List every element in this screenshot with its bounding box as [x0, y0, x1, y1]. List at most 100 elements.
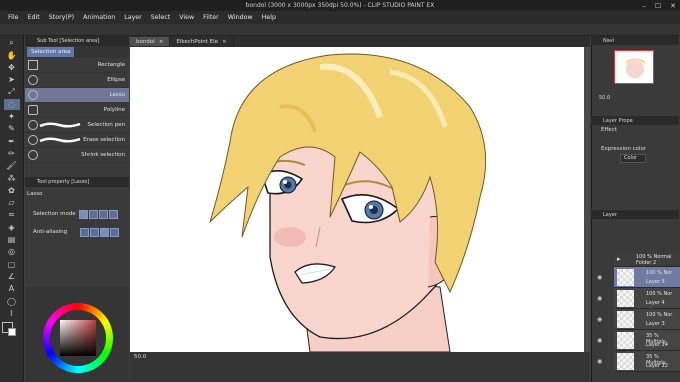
- anti-aliasing-row: Anti-aliasing: [25, 225, 129, 239]
- pen-icon[interactable]: ✒: [4, 136, 20, 147]
- menu-animation[interactable]: Animation: [79, 14, 120, 21]
- layer-mode: 100 % Nor: [646, 270, 673, 276]
- window-title: bondol (3000 x 3000px 350dpi 50.0%) - CL…: [245, 2, 435, 9]
- doc-tab-second[interactable]: ElkechPoint Ele ×: [170, 37, 234, 46]
- layer-thumbnail: [617, 332, 634, 349]
- subtool-label: Polyline: [103, 107, 125, 113]
- menu-help[interactable]: Help: [257, 14, 280, 21]
- anti-aliasing-label: Anti-aliasing: [33, 229, 68, 235]
- zoom-value[interactable]: 50.0: [134, 354, 146, 360]
- anti-aliasing-medium-button[interactable]: [100, 227, 110, 237]
- close-icon[interactable]: ×: [222, 39, 227, 45]
- document-tabs: bondol × ElkechPoint Ele ×: [130, 36, 590, 47]
- subtool-rectangle[interactable]: Rectangle: [25, 58, 129, 73]
- line-fix-icon[interactable]: ⌇: [4, 308, 20, 319]
- effect-label: Effect: [601, 127, 617, 133]
- layer-thumbnail: [617, 269, 634, 286]
- subtool-selection-pen[interactable]: Selection pen: [25, 118, 129, 133]
- sub-tool-panel: Sub Tool [Selection area] Selection area…: [25, 36, 129, 177]
- magnifier-icon[interactable]: ⌕: [4, 37, 20, 48]
- tool-property-panel: Tool property [Lasso] Lasso Selection mo…: [25, 177, 129, 287]
- subtool-erase-selection[interactable]: Erase selection: [25, 133, 129, 148]
- subtool-ellipse[interactable]: Ellipse: [25, 73, 129, 88]
- tab-selection-area[interactable]: Selection area: [27, 47, 75, 57]
- layer-row[interactable]: 35 % Multiply Layer 14: [614, 330, 680, 351]
- minimize-icon[interactable]: –: [642, 2, 646, 10]
- subtool-polyline[interactable]: Polyline: [25, 103, 129, 118]
- status-bar: 50.0: [130, 352, 590, 382]
- canvas-paper[interactable]: [130, 47, 584, 352]
- subtool-label: Shrink selection: [81, 152, 125, 158]
- eye-icon[interactable]: ◉: [597, 337, 602, 344]
- operation-icon[interactable]: ➤: [4, 74, 20, 85]
- anti-aliasing-none-button[interactable]: [80, 227, 90, 237]
- doc-tab-label: ElkechPoint Ele: [176, 38, 219, 45]
- auto-select-icon[interactable]: ✦: [4, 111, 20, 122]
- brush-icon[interactable]: 🖌: [4, 160, 20, 171]
- subtool-lasso[interactable]: Lasso: [25, 88, 129, 103]
- layer-thumbnail: [617, 353, 634, 370]
- eraser-icon[interactable]: ▱: [4, 197, 20, 208]
- selection-mode-subtract-button[interactable]: [98, 209, 108, 219]
- menu-layer[interactable]: Layer: [120, 14, 147, 21]
- frame-icon[interactable]: ▢: [4, 259, 20, 270]
- command-bar: [0, 24, 680, 36]
- menu-view[interactable]: View: [175, 14, 199, 21]
- layer-row[interactable]: 35 % Multiply Layer 12: [614, 351, 680, 372]
- navigator-preview-icon: [625, 58, 646, 78]
- menu-filter[interactable]: Filter: [199, 14, 224, 21]
- sub-color-swatch[interactable]: [8, 328, 16, 336]
- move-icon[interactable]: ✥: [4, 62, 20, 73]
- menu-story[interactable]: Story(P): [44, 14, 78, 21]
- doc-tab-bondol[interactable]: bondol ×: [130, 37, 171, 46]
- ruler-icon[interactable]: ∠: [4, 271, 20, 282]
- maximize-icon[interactable]: ☐: [655, 2, 661, 10]
- layer-row[interactable]: 100 % Nor Layer 3: [614, 309, 680, 330]
- eye-icon[interactable]: ◉: [597, 295, 602, 302]
- lasso-icon: [28, 90, 38, 100]
- anti-aliasing-weak-button[interactable]: [90, 227, 100, 237]
- hand-icon[interactable]: ✋: [4, 50, 20, 61]
- eye-icon[interactable]: ◉: [597, 316, 602, 323]
- object-icon[interactable]: ⤢: [4, 86, 20, 97]
- blend-icon[interactable]: ≈: [4, 209, 20, 220]
- artwork-illustration: [209, 53, 487, 352]
- selection-mode-add-button[interactable]: [88, 209, 98, 219]
- eyedropper-icon[interactable]: ✎: [4, 123, 20, 134]
- expression-color-select[interactable]: Color: [620, 154, 646, 163]
- eye-icon[interactable]: ◉: [597, 274, 602, 281]
- layer-row[interactable]: 100 % Nor Layer 5: [614, 267, 680, 288]
- decoration-icon[interactable]: ✿: [4, 185, 20, 196]
- selection-mode-new-button[interactable]: [78, 209, 88, 219]
- menu-bar: File Edit Story(P) Animation Layer Selec…: [0, 11, 680, 24]
- menu-edit[interactable]: Edit: [23, 14, 44, 21]
- doc-tab-label: bondol: [136, 38, 155, 45]
- subtool-shrink-selection[interactable]: Shrink selection: [25, 148, 129, 163]
- pencil-icon[interactable]: ✏: [4, 148, 20, 159]
- eye-icon[interactable]: ◉: [597, 358, 602, 365]
- lasso-icon[interactable]: ◌: [3, 98, 20, 110]
- subtool-label: Selection pen: [87, 122, 125, 128]
- layer-header: Layer: [591, 210, 679, 219]
- figure-icon[interactable]: ◎: [4, 246, 20, 257]
- tool-property-header: Tool property [Lasso]: [25, 177, 129, 187]
- gradient-icon[interactable]: ▤: [4, 234, 20, 245]
- airbrush-icon[interactable]: ⁂: [4, 173, 20, 184]
- layer-name: Layer 3: [646, 321, 665, 327]
- layer-row[interactable]: 100 % Nor Layer 4: [614, 288, 680, 309]
- close-icon[interactable]: ✕: [670, 2, 676, 10]
- anti-aliasing-strong-button[interactable]: [110, 227, 120, 237]
- text-icon[interactable]: A: [4, 283, 20, 294]
- fill-icon[interactable]: ◈: [4, 222, 20, 233]
- menu-file[interactable]: File: [0, 14, 23, 21]
- selection-mode-intersect-button[interactable]: [108, 209, 118, 219]
- folder-row[interactable]: ▸ 100 % Normal Folder 2: [614, 253, 680, 267]
- balloon-icon[interactable]: ◯: [4, 296, 20, 307]
- menu-select[interactable]: Select: [146, 14, 174, 21]
- layer-name: Folder 2: [636, 260, 657, 266]
- menu-window[interactable]: Window: [223, 14, 257, 21]
- close-icon[interactable]: ×: [159, 39, 164, 45]
- navigator-zoom[interactable]: 50.0: [599, 95, 610, 101]
- saturation-value-square[interactable]: [60, 320, 96, 356]
- navigator-thumbnail[interactable]: [614, 50, 654, 84]
